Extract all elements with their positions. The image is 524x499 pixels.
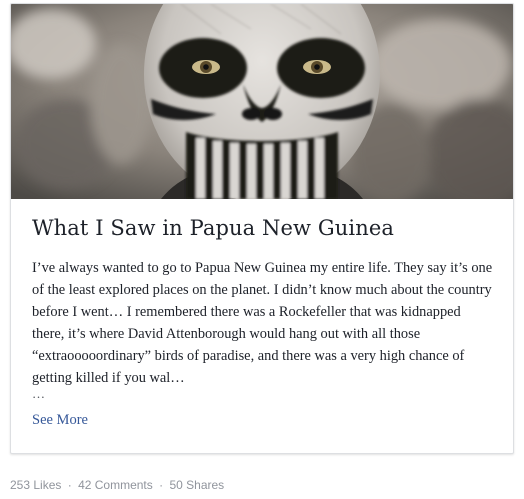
stats-separator: ·	[67, 478, 72, 492]
face-paint-photo	[11, 4, 513, 199]
stats-separator: ·	[159, 478, 164, 492]
see-more-link[interactable]: See More	[32, 412, 88, 429]
shares-count[interactable]: 50 Shares	[169, 478, 224, 492]
post-excerpt: I’ve always wanted to go to Papua New Gu…	[32, 260, 493, 386]
article-card[interactable]: What I Saw in Papua New Guinea I’ve alwa…	[10, 3, 514, 454]
engagement-stats: 253 Likes · 42 Comments · 50 Shares	[10, 478, 224, 492]
comments-count[interactable]: 42 Comments	[78, 478, 153, 492]
post-title[interactable]: What I Saw in Papua New Guinea	[32, 216, 394, 240]
excerpt-ellipsis: …	[32, 386, 45, 401]
hero-image[interactable]	[11, 4, 513, 199]
likes-count[interactable]: 253 Likes	[10, 478, 61, 492]
